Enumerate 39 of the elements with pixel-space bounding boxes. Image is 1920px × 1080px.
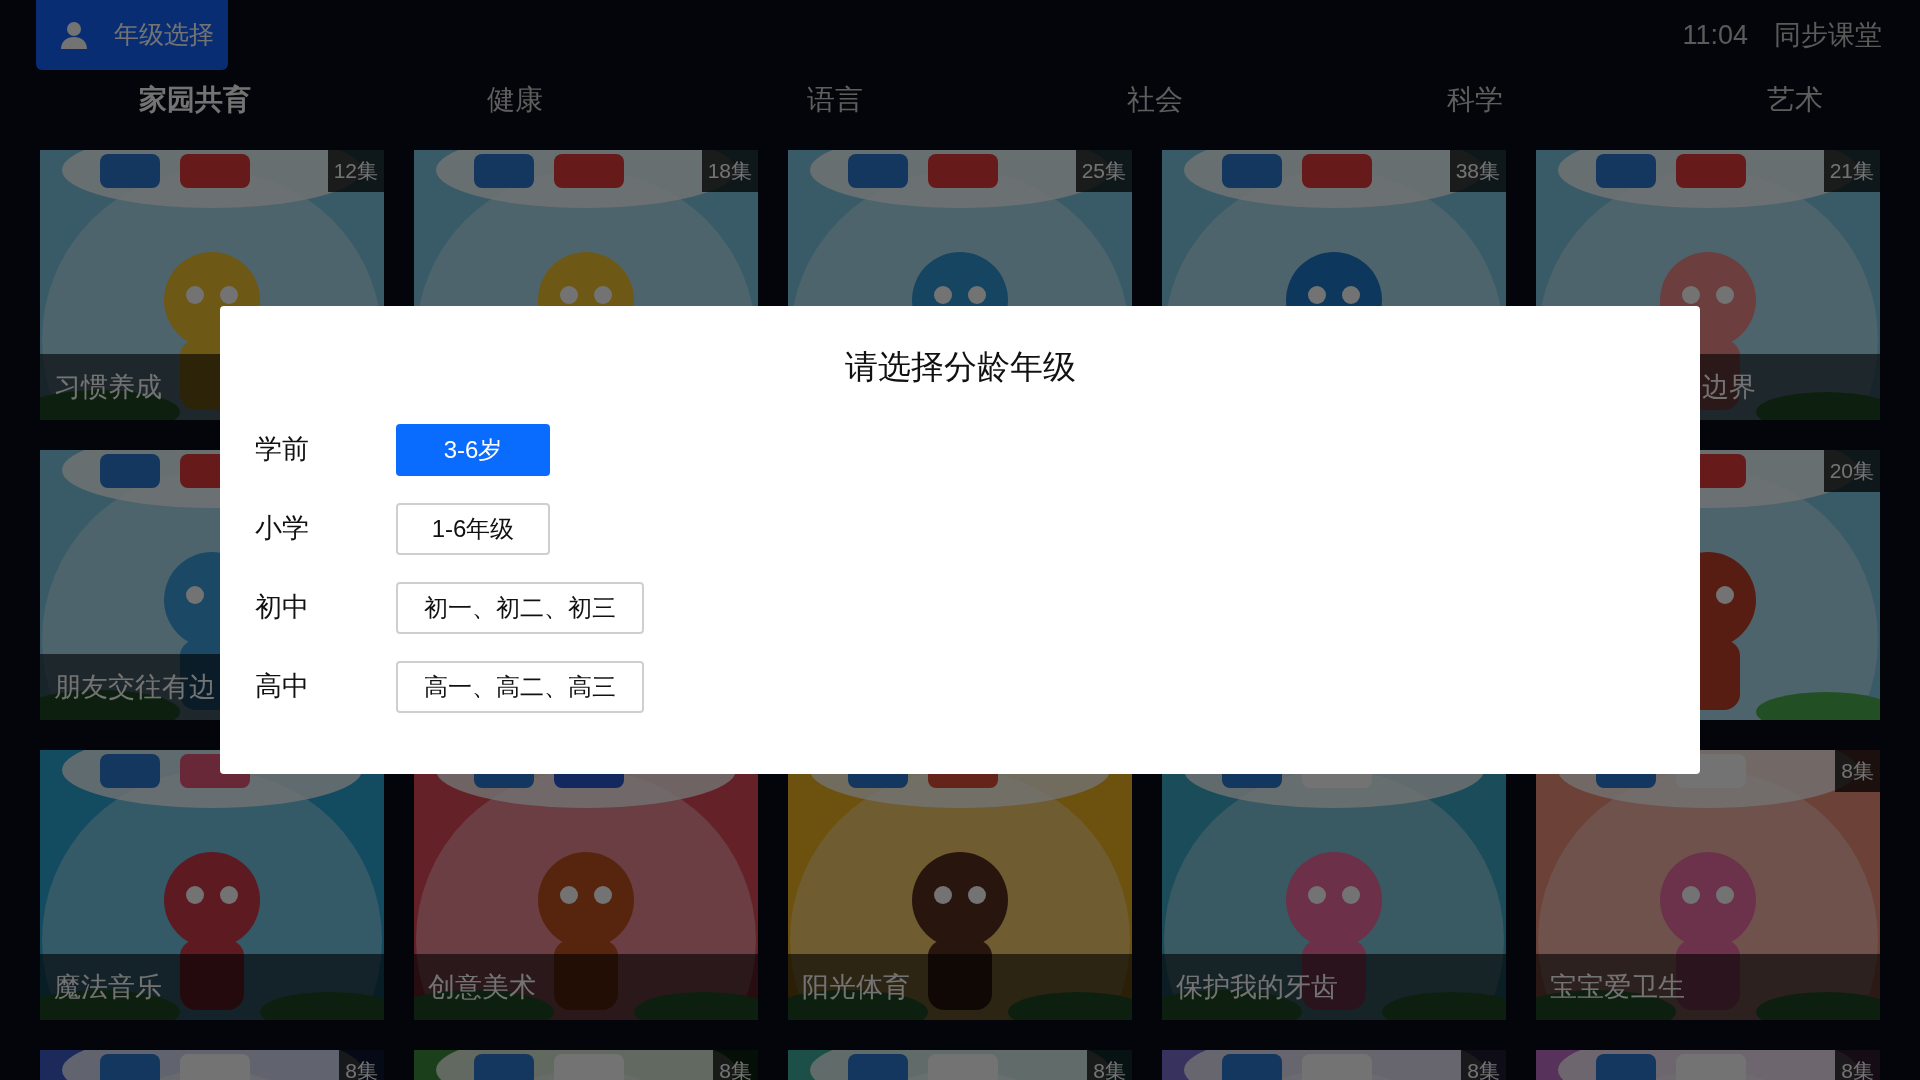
app-title: 同步课堂	[1774, 18, 1882, 52]
card-title: 保护我的牙齿	[1176, 970, 1338, 1004]
category-tab[interactable]: 科学	[1447, 79, 1503, 121]
card-title: 习惯养成	[54, 370, 162, 404]
grade-option-button[interactable]: 初一、初二、初三	[396, 581, 644, 634]
episode-count: 8集	[1835, 1050, 1880, 1080]
episode-count: 20集	[1823, 450, 1880, 492]
episode-count: 8集	[1835, 750, 1880, 792]
episode-count: 38集	[1449, 150, 1506, 192]
episode-count: 8集	[339, 1050, 384, 1080]
card-title: 阳光体育	[802, 970, 910, 1004]
card-title: 朋友交往有边	[54, 670, 216, 704]
episode-count: 8集	[713, 1050, 758, 1080]
grade-option-button[interactable]: 3-6岁	[396, 423, 550, 476]
card-title: 宝宝爱卫生	[1550, 970, 1685, 1004]
episode-count: 8集	[1461, 1050, 1506, 1080]
grade-option-button[interactable]: 1-6年级	[396, 502, 550, 555]
episode-count: 12集	[327, 150, 384, 192]
card-title: 魔法音乐	[54, 970, 162, 1004]
dialog-title: 请选择分龄年级	[844, 347, 1076, 387]
episode-count: 25集	[1075, 150, 1132, 192]
clock-time: 11:04	[1682, 18, 1748, 52]
level-label: 学前	[255, 433, 310, 467]
category-tab[interactable]: 家园共育	[139, 79, 251, 121]
card-title: 创意美术	[428, 970, 536, 1004]
level-label: 小学	[255, 512, 310, 546]
category-tab[interactable]: 语言	[807, 79, 863, 121]
category-tab[interactable]: 健康	[487, 79, 543, 121]
grade-select-button[interactable]: 年级选择	[36, 0, 228, 70]
category-tab[interactable]: 社会	[1127, 79, 1183, 121]
episode-count: 8集	[1087, 1050, 1132, 1080]
category-tab[interactable]: 艺术	[1767, 79, 1823, 121]
person-icon	[58, 19, 90, 51]
level-label: 高中	[255, 670, 310, 704]
episode-count: 21集	[1823, 150, 1880, 192]
level-label: 初中	[255, 591, 310, 625]
card-title: 边界	[1702, 370, 1756, 404]
grade-option-button[interactable]: 高一、高二、高三	[396, 660, 644, 713]
episode-count: 18集	[701, 150, 758, 192]
